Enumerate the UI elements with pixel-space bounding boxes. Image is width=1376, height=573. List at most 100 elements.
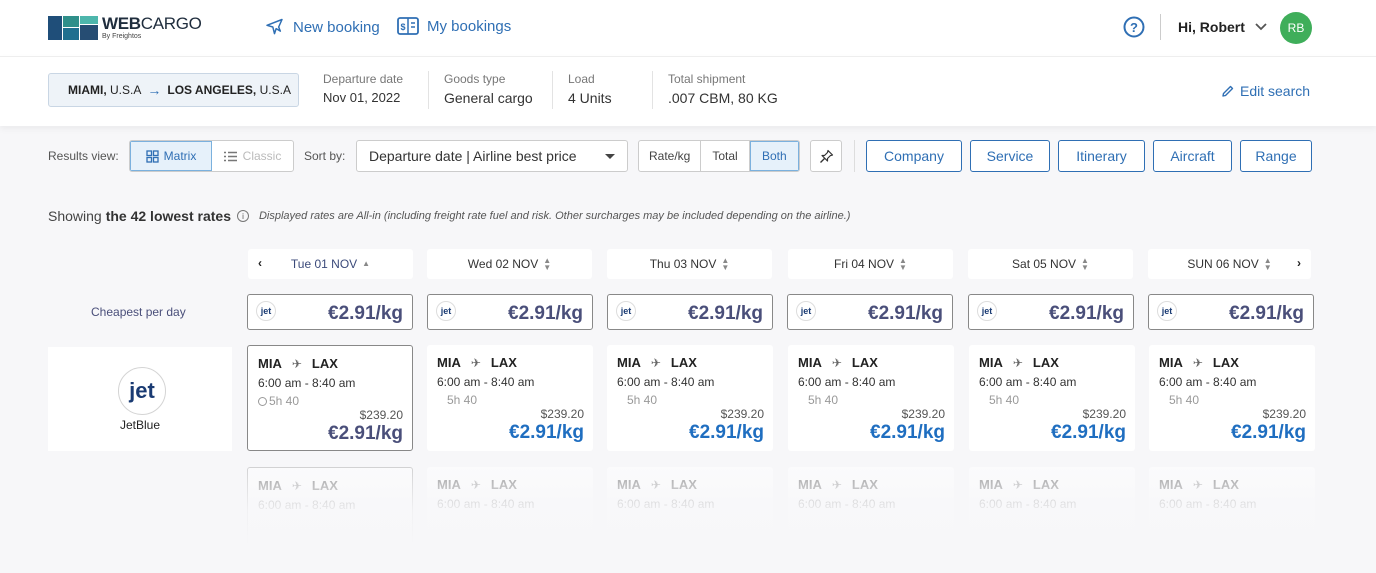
info-icon[interactable]: i: [236, 210, 249, 222]
avatar[interactable]: RB: [1280, 12, 1312, 44]
jetblue-logo-icon: jet: [436, 301, 456, 321]
clock-icon: [258, 396, 267, 406]
airplane-icon: ✈: [470, 477, 481, 492]
flight-option-card[interactable]: MIA ✈ LAX 6:00 am - 8:40 am: [607, 467, 773, 547]
destination-code: LAX: [311, 356, 338, 371]
sort-select[interactable]: Departure date | Airline best price: [356, 140, 628, 172]
flight-time: 6:00 am - 8:40 am: [979, 375, 1077, 389]
flight-option-card[interactable]: MIA ✈ LAX 6:00 am - 8:40 am: [1149, 467, 1315, 547]
jetblue-logo-icon: jet: [796, 301, 816, 321]
origin-code: MIA: [437, 355, 461, 370]
flight-total-price: $239.20: [720, 407, 764, 421]
jetblue-logo: jet: [118, 367, 166, 415]
help-icon[interactable]: ?: [1123, 16, 1145, 38]
cheapest-price-card[interactable]: jet €2.91/kg: [787, 294, 953, 330]
flight-duration: 5h 40: [1169, 393, 1200, 407]
date-column-header[interactable]: Wed 02 NOV ▲ ▼: [427, 249, 592, 279]
load-value: 4 Units: [568, 90, 612, 106]
date-label: SUN 06 NOV: [1187, 257, 1259, 271]
chevron-right-icon[interactable]: ›: [1297, 256, 1301, 270]
flight-rate: €2.91/kg: [328, 423, 403, 444]
edit-search-link[interactable]: Edit search: [1221, 83, 1310, 99]
date-label: Thu 03 NOV: [649, 257, 717, 271]
sort-icon: ▲ ▼: [899, 255, 907, 272]
cheapest-price-card[interactable]: jet €2.91/kg: [427, 294, 593, 330]
chevron-down-icon[interactable]: [1254, 21, 1268, 33]
aircraft-filter-button[interactable]: Aircraft: [1153, 140, 1232, 172]
flight-option-card[interactable]: MIA ✈ LAX 6:00 am - 8:40 am: [788, 467, 954, 547]
airplane-icon: ✈: [291, 356, 302, 371]
date-label: Wed 02 NOV: [467, 257, 539, 271]
date-column-header[interactable]: SUN 06 NOV ▲ ▼ ›: [1148, 249, 1311, 279]
load-label: Load: [568, 72, 595, 86]
flight-option-card[interactable]: MIA ✈ LAX 6:00 am - 8:40 am: [969, 467, 1135, 547]
route-summary[interactable]: MIAMI, U.S.A → LOS ANGELES, U.S.A: [48, 73, 299, 107]
flight-duration: 5h 40: [627, 393, 658, 407]
total-shipment-label: Total shipment: [668, 72, 746, 86]
top-navigation: WEBCARGO By Freightos New booking $ My b…: [0, 0, 1376, 56]
itinerary-filter-button[interactable]: Itinerary: [1058, 140, 1145, 172]
origin-code: MIA: [798, 355, 822, 370]
flight-option-card[interactable]: MIA ✈ LAX 6:00 am - 8:40 am 5h 40 $239.20 …: [247, 345, 413, 451]
flight-option-card[interactable]: MIA ✈ LAX 6:00 am - 8:40 am 5h 40 $239.20 …: [607, 345, 773, 451]
flight-rate: €2.91/kg: [1051, 422, 1126, 443]
new-booking-link[interactable]: New booking: [264, 17, 380, 37]
service-filter-button[interactable]: Service: [970, 140, 1050, 172]
airplane-icon: ✈: [291, 478, 302, 493]
cheapest-price-card[interactable]: jet €2.91/kg: [968, 294, 1134, 330]
sort-icon: ▲ ▼: [543, 255, 552, 272]
date-column-header[interactable]: Sat 05 NOV ▲ ▼: [968, 249, 1133, 279]
departure-field: Departure date Nov 01, 2022: [323, 72, 403, 105]
webcargo-logo[interactable]: WEBCARGO By Freightos: [48, 15, 202, 40]
date-column-header[interactable]: ‹ Tue 01 NOV ▲: [248, 249, 413, 279]
origin-code: MIA: [979, 355, 1003, 370]
flight-time: 6:00 am - 8:40 am: [617, 497, 715, 511]
flight-option-card[interactable]: MIA ✈ LAX 6:00 am - 8:40 am 5h 40 $239.20 …: [427, 345, 593, 451]
flight-option-card[interactable]: MIA ✈ LAX 6:00 am - 8:40 am: [247, 467, 413, 547]
cheapest-price-card[interactable]: jet €2.91/kg: [247, 294, 413, 330]
my-bookings-link[interactable]: $ My bookings: [397, 17, 511, 35]
cheapest-price-card[interactable]: jet €2.91/kg: [1148, 294, 1314, 330]
bookings-icon: $: [397, 17, 419, 35]
logo-mark-icon: [48, 15, 98, 40]
chevron-left-icon[interactable]: ‹: [258, 256, 262, 270]
both-button[interactable]: Both: [749, 141, 799, 171]
jetblue-logo-icon: jet: [256, 301, 276, 321]
cheapest-per-day-label: Cheapest per day: [91, 305, 186, 319]
flight-option-card[interactable]: MIA ✈ LAX 6:00 am - 8:40 am 5h 40 $239.20 …: [1149, 345, 1315, 451]
destination-city: LOS ANGELES,: [167, 83, 257, 97]
classic-view-button[interactable]: Classic: [212, 141, 293, 171]
pencil-icon: [1222, 85, 1234, 97]
list-icon: [223, 151, 237, 161]
flight-option-card[interactable]: MIA ✈ LAX 6:00 am - 8:40 am 5h 40 $239.20 …: [969, 345, 1135, 451]
pin-icon: [819, 149, 833, 163]
flight-time: 6:00 am - 8:40 am: [798, 497, 896, 511]
date-column-header[interactable]: Fri 04 NOV ▲ ▼: [788, 249, 953, 279]
flight-time: 6:00 am - 8:40 am: [437, 375, 535, 389]
destination-code: LAX: [1212, 355, 1239, 370]
sort-by-label: Sort by:: [304, 149, 346, 163]
company-filter-button[interactable]: Company: [866, 140, 962, 172]
date-column-header[interactable]: Thu 03 NOV ▲ ▼: [607, 249, 772, 279]
new-booking-label: New booking: [293, 18, 380, 36]
airline-row-header: jet JetBlue: [48, 347, 232, 451]
rates-note: Displayed rates are All-in (including fr…: [258, 210, 851, 222]
goods-field: Goods type General cargo: [444, 72, 533, 106]
flight-time: 6:00 am - 8:40 am: [1159, 497, 1257, 511]
flight-option-card[interactable]: MIA ✈ LAX 6:00 am - 8:40 am 5h 40 $239.20 …: [788, 345, 954, 451]
range-filter-button[interactable]: Range: [1240, 140, 1312, 172]
matrix-view-button[interactable]: Matrix: [130, 141, 213, 171]
airplane-icon: ✈: [650, 355, 661, 370]
logo-text-light: CARGO: [140, 14, 202, 33]
origin-code: MIA: [617, 477, 641, 492]
logo-text-bold: WEB: [102, 14, 141, 33]
total-button[interactable]: Total: [701, 141, 750, 171]
matrix-label: Matrix: [163, 149, 197, 163]
pin-button[interactable]: [810, 140, 842, 172]
cheapest-price-card[interactable]: jet €2.91/kg: [607, 294, 773, 330]
user-greeting[interactable]: Hi, Robert: [1178, 19, 1245, 35]
rate-kg-button[interactable]: Rate/kg: [639, 141, 702, 171]
flight-time: 6:00 am - 8:40 am: [258, 498, 356, 512]
airplane-icon: ✈: [470, 355, 481, 370]
flight-option-card[interactable]: MIA ✈ LAX 6:00 am - 8:40 am: [427, 467, 593, 547]
